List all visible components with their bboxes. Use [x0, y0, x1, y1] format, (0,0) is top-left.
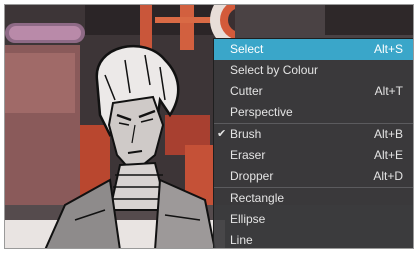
menu-item-label: Perspective — [230, 105, 293, 119]
checkmark-icon: ✔ — [217, 128, 227, 140]
menu-item-shortcut: Alt+D — [373, 169, 403, 183]
tools-context-menu: Select Alt+S Select by Colour Cutter Alt… — [213, 38, 413, 248]
menu-item-label: Line — [230, 233, 253, 247]
menu-item-rectangle[interactable]: Rectangle — [214, 188, 413, 209]
menu-item-dropper[interactable]: Dropper Alt+D — [214, 166, 413, 187]
menu-item-eraser[interactable]: Eraser Alt+E — [214, 145, 413, 166]
menu-item-brush[interactable]: ✔ Brush Alt+B — [214, 124, 413, 145]
menu-item-shortcut: Alt+B — [373, 127, 403, 141]
menu-item-label: Ellipse — [230, 212, 266, 226]
menu-item-select[interactable]: Select Alt+S — [214, 39, 413, 60]
menu-item-select-by-colour[interactable]: Select by Colour — [214, 60, 413, 81]
menu-item-cutter[interactable]: Cutter Alt+T — [214, 81, 413, 102]
menu-item-shortcut: Alt+E — [373, 148, 403, 162]
menu-item-shortcut: Alt+S — [373, 42, 403, 56]
menu-item-label: Rectangle — [230, 191, 285, 205]
menu-item-label: Dropper — [230, 169, 274, 183]
menu-item-label: Brush — [230, 127, 262, 141]
menu-item-ellipse[interactable]: Ellipse — [214, 209, 413, 230]
menu-item-label: Cutter — [230, 84, 263, 98]
menu-item-label: Select — [230, 42, 264, 56]
menu-item-label: Select by Colour — [230, 63, 319, 77]
screenshot-frame: Select Alt+S Select by Colour Cutter Alt… — [4, 4, 414, 249]
menu-item-shortcut: Alt+T — [374, 84, 403, 98]
menu-item-line[interactable]: Line — [214, 230, 413, 248]
menu-item-perspective[interactable]: Perspective — [214, 102, 413, 123]
menu-item-label: Eraser — [230, 148, 266, 162]
